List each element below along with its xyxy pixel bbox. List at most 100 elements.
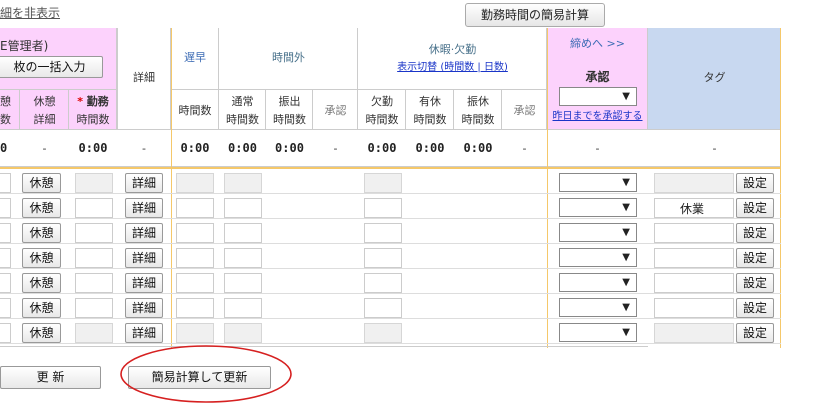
break-button[interactable]: 休憩 xyxy=(22,248,61,268)
total-col1: 0 xyxy=(0,141,8,155)
approval-select[interactable]: ▼ xyxy=(559,273,637,292)
ot-normal-input[interactable] xyxy=(224,248,262,268)
tag-input[interactable] xyxy=(654,298,734,318)
work-hours-input[interactable] xyxy=(75,323,113,343)
tag-set-button[interactable]: 設定 xyxy=(736,198,774,218)
detail-button[interactable]: 詳細 xyxy=(125,198,163,218)
highlight-ellipse xyxy=(120,345,292,403)
detail-button[interactable]: 詳細 xyxy=(125,223,163,243)
tag-set-button[interactable]: 設定 xyxy=(736,248,774,268)
late-input[interactable] xyxy=(176,298,214,318)
ot-normal-input[interactable] xyxy=(224,223,262,243)
break-button[interactable]: 休憩 xyxy=(22,198,61,218)
lv-absent-input[interactable] xyxy=(364,223,402,243)
approval-select[interactable]: ▼ xyxy=(559,248,637,267)
leave-toggle-link[interactable]: 表示切替 (時間数 | 日数) xyxy=(358,59,547,76)
approval-select[interactable]: ▼ xyxy=(559,198,637,217)
break-hours-input[interactable] xyxy=(0,248,11,268)
total-detail: - xyxy=(142,142,146,155)
manager-text: E管理者) xyxy=(0,39,49,53)
break-button[interactable]: 休憩 xyxy=(22,298,61,318)
tag-set-button[interactable]: 設定 xyxy=(736,323,774,343)
tag-value: 休業 xyxy=(680,202,705,216)
late-input[interactable] xyxy=(176,323,214,343)
ot-normal-input[interactable] xyxy=(224,198,262,218)
break-button[interactable]: 休憩 xyxy=(22,273,61,293)
approval-select[interactable]: ▼ xyxy=(559,323,637,342)
break-hours-input[interactable] xyxy=(0,223,11,243)
lv-absent-input[interactable] xyxy=(364,273,402,293)
total-col2: - xyxy=(42,142,47,155)
break-button[interactable]: 休憩 xyxy=(22,223,61,243)
tag-input[interactable] xyxy=(654,273,734,293)
late-input[interactable] xyxy=(176,273,214,293)
work-hours-label-2: 時間数 xyxy=(76,113,110,126)
approve-until-yesterday-text[interactable]: 昨日までを承認する xyxy=(553,111,643,122)
bulk-input-button[interactable]: 枚の一括入力 xyxy=(0,56,103,78)
approval-header-select[interactable]: ▼ xyxy=(559,87,637,106)
overtime-group-label: 時間外 xyxy=(272,51,305,64)
break-detail-label-2: 詳細 xyxy=(33,113,56,126)
update-button[interactable]: 更 新 xyxy=(0,366,101,389)
tag-set-button[interactable]: 設定 xyxy=(736,298,774,318)
ot-transfer-label-2: 時間数 xyxy=(273,113,306,126)
lv-absent-input[interactable] xyxy=(364,248,402,268)
late-input[interactable] xyxy=(176,223,214,243)
total-lv-absent: 0:00 xyxy=(367,141,397,155)
detail-header-label: 詳細 xyxy=(133,71,155,84)
break-hours-input[interactable] xyxy=(0,173,11,193)
break-hours-input[interactable] xyxy=(0,323,11,343)
tag-input[interactable] xyxy=(654,173,734,193)
work-hours-input[interactable] xyxy=(75,273,113,293)
late-group-label: 遅早 xyxy=(184,51,206,64)
break-hours-input[interactable] xyxy=(0,273,11,293)
tag-input[interactable] xyxy=(654,323,734,343)
table-bottom-border xyxy=(0,346,648,347)
tag-input[interactable] xyxy=(654,248,734,268)
lv-absent-input[interactable] xyxy=(364,298,402,318)
total-lv-paid: 0:00 xyxy=(415,141,445,155)
ot-normal-input[interactable] xyxy=(224,273,262,293)
closing-group-label[interactable]: 締めへ >> xyxy=(547,36,648,52)
total-lv-sub: 0:00 xyxy=(463,141,493,155)
approval-select[interactable]: ▼ xyxy=(559,223,637,242)
required-star: * xyxy=(77,95,83,108)
ot-normal-label-2: 時間数 xyxy=(226,113,259,126)
simple-calc-button[interactable]: 勤務時間の簡易計算 xyxy=(465,3,605,27)
lv-absent-input[interactable] xyxy=(364,323,402,343)
late-input[interactable] xyxy=(176,198,214,218)
break-hours-input[interactable] xyxy=(0,198,11,218)
tag-set-button[interactable]: 設定 xyxy=(736,273,774,293)
work-hours-input[interactable] xyxy=(75,223,113,243)
approval-select[interactable]: ▼ xyxy=(559,298,637,317)
tag-set-button[interactable]: 設定 xyxy=(736,173,774,193)
leave-toggle-text[interactable]: 表示切替 (時間数 | 日数) xyxy=(397,62,508,73)
break-button[interactable]: 休憩 xyxy=(22,323,61,343)
lv-sub-label-2: 時間数 xyxy=(461,113,495,126)
total-approval: - xyxy=(595,142,600,155)
lv-absent-input[interactable] xyxy=(364,198,402,218)
work-hours-input[interactable] xyxy=(75,198,113,218)
approval-select[interactable]: ▼ xyxy=(559,173,637,192)
detail-button[interactable]: 詳細 xyxy=(125,248,163,268)
tag-set-button[interactable]: 設定 xyxy=(736,223,774,243)
work-hours-input[interactable] xyxy=(75,173,113,193)
approve-until-yesterday-link[interactable]: 昨日までを承認する xyxy=(547,108,648,125)
ot-normal-input[interactable] xyxy=(224,173,262,193)
late-input[interactable] xyxy=(176,248,214,268)
detail-button[interactable]: 詳細 xyxy=(125,298,163,318)
break-button[interactable]: 休憩 xyxy=(22,173,61,193)
total-ot-normal: 0:00 xyxy=(228,141,257,155)
break-hours-input[interactable] xyxy=(0,298,11,318)
detail-button[interactable]: 詳細 xyxy=(125,173,163,193)
tag-input[interactable] xyxy=(654,223,734,243)
work-hours-input[interactable] xyxy=(75,248,113,268)
lv-absent-input[interactable] xyxy=(364,173,402,193)
ot-normal-input[interactable] xyxy=(224,298,262,318)
late-input[interactable] xyxy=(176,173,214,193)
detail-button[interactable]: 詳細 xyxy=(125,323,163,343)
ot-normal-input[interactable] xyxy=(224,323,262,343)
work-hours-input[interactable] xyxy=(75,298,113,318)
hide-details-link[interactable]: 細を非表示 xyxy=(0,4,60,21)
detail-button[interactable]: 詳細 xyxy=(125,273,163,293)
